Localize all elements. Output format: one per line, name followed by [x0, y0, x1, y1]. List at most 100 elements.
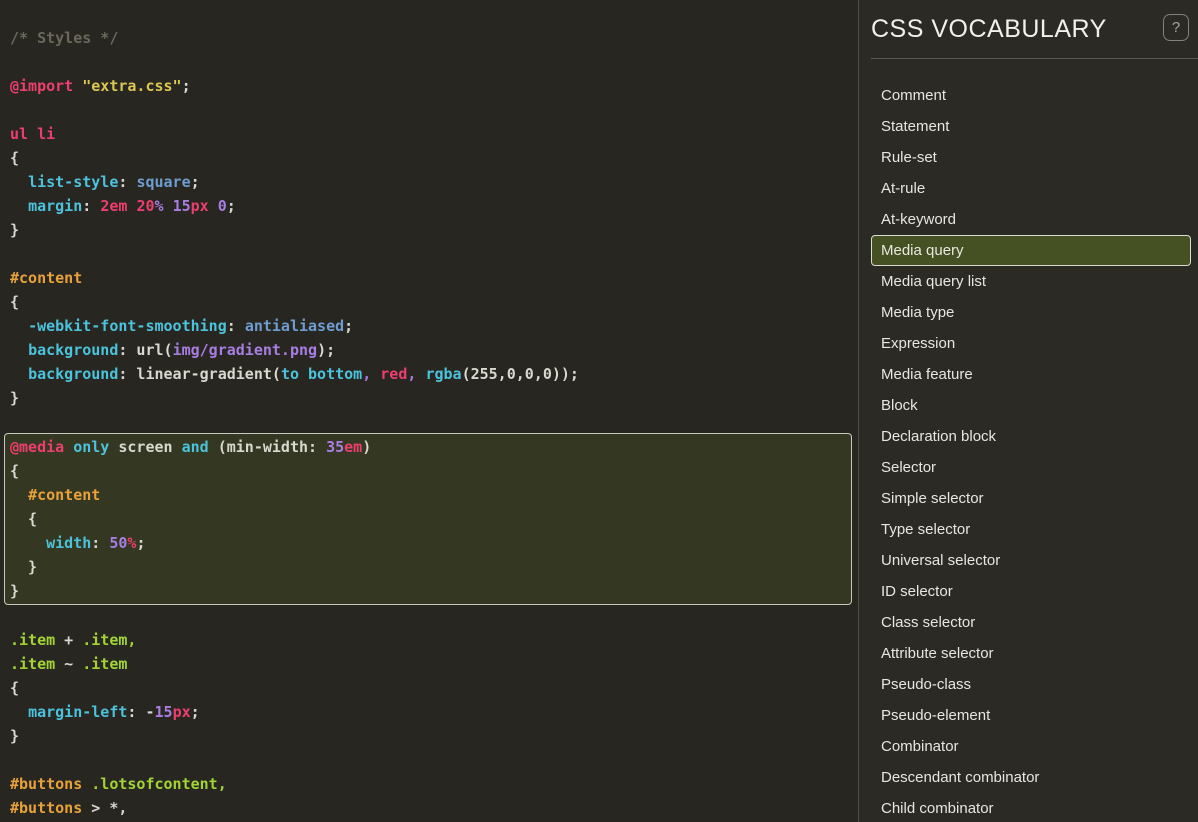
code-token-orange[interactable]: #content	[28, 486, 100, 504]
code-token-plain[interactable]: > *,	[82, 799, 127, 817]
code-token-green[interactable]: .item	[82, 631, 127, 649]
code-token-pink[interactable]: px	[191, 197, 209, 215]
code-token-plain[interactable]	[10, 703, 28, 721]
code-token-purple[interactable]: img/gradient.png	[173, 341, 318, 359]
code-token-green[interactable]: .lotsofcontent	[91, 775, 217, 793]
code-token-purple[interactable]: 15	[155, 703, 173, 721]
code-token-purple[interactable]: 0	[218, 197, 227, 215]
vocab-item-simple-selector[interactable]: Simple selector	[871, 483, 1191, 514]
code-token-plain[interactable]	[10, 197, 28, 215]
vocab-item-type-selector[interactable]: Type selector	[871, 514, 1191, 545]
code-token-purple[interactable]: 35	[326, 438, 344, 456]
code-token-plain[interactable]: ~	[55, 655, 82, 673]
code-token-cyan[interactable]: and	[182, 438, 209, 456]
vocab-item-media-query[interactable]: Media query	[871, 235, 1191, 266]
code-token-purple[interactable]: 15	[173, 197, 191, 215]
vocab-item-at-rule[interactable]: At-rule	[871, 173, 1191, 204]
code-token-plain[interactable]	[10, 317, 28, 335]
code-token-pink[interactable]: 2em	[100, 197, 127, 215]
code-token-comment[interactable]: /* Styles */	[10, 29, 118, 47]
code-token-plain[interactable]: : -	[127, 703, 154, 721]
code-token-plain[interactable]: {	[10, 510, 37, 528]
code-token-plain[interactable]: ;	[344, 317, 353, 335]
code-token-plain[interactable]: ;	[191, 703, 200, 721]
code-token-plain[interactable]	[82, 775, 91, 793]
code-token-plain[interactable]: {	[10, 293, 19, 311]
code-token-cyan[interactable]: list-style	[28, 173, 118, 191]
code-token-pink[interactable]: 20	[136, 197, 154, 215]
code-token-plain[interactable]: :	[227, 317, 245, 335]
help-button[interactable]: ?	[1163, 14, 1189, 41]
code-token-cyan[interactable]: rgba	[425, 365, 461, 383]
code-token-purple[interactable]: %	[155, 197, 164, 215]
vocab-item-expression[interactable]: Expression	[871, 328, 1191, 359]
vocab-item-descendant-combinator[interactable]: Descendant combinator	[871, 762, 1191, 793]
code-token-pink[interactable]: em	[344, 438, 362, 456]
code-token-pink[interactable]: px	[173, 703, 191, 721]
code-token-plain[interactable]: {	[10, 679, 19, 697]
code-token-plain[interactable]	[371, 365, 380, 383]
vocab-item-pseudo-element[interactable]: Pseudo-element	[871, 700, 1191, 731]
code-token-cyan[interactable]: only	[73, 438, 109, 456]
vocab-item-id-selector[interactable]: ID selector	[871, 576, 1191, 607]
code-token-plain[interactable]: :	[118, 173, 136, 191]
code-token-plain[interactable]: }	[10, 558, 37, 576]
code-token-pink[interactable]: ul li	[10, 125, 55, 143]
code-token-plain[interactable]: screen	[109, 438, 181, 456]
code-token-plain[interactable]: ;	[136, 534, 145, 552]
code-token-plain[interactable]: }	[10, 389, 19, 407]
code-token-purple[interactable]: ,	[362, 365, 371, 383]
code-token-plain[interactable]: )	[362, 438, 371, 456]
code-token-green[interactable]: ,	[218, 775, 227, 793]
vocab-item-media-type[interactable]: Media type	[871, 297, 1191, 328]
code-token-plain[interactable]: ;	[182, 77, 191, 95]
code-token-plain[interactable]	[64, 438, 73, 456]
vocab-item-comment[interactable]: Comment	[871, 80, 1191, 111]
vocab-item-pseudo-class[interactable]: Pseudo-class	[871, 669, 1191, 700]
code-token-green[interactable]: .item	[10, 631, 55, 649]
code-token-plain[interactable]	[209, 197, 218, 215]
code-token-purple[interactable]: 50	[109, 534, 127, 552]
code-token-plain[interactable]	[10, 486, 28, 504]
code-token-plain[interactable]: (min-width:	[209, 438, 326, 456]
code-token-green[interactable]: ,	[127, 631, 136, 649]
code-token-plain[interactable]: );	[317, 341, 335, 359]
code-token-cyan[interactable]: width	[46, 534, 91, 552]
code-token-orange[interactable]: #content	[10, 269, 82, 287]
vocab-item-media-query-list[interactable]: Media query list	[871, 266, 1191, 297]
code-token-plain[interactable]: : linear-gradient(	[118, 365, 281, 383]
vocab-item-attribute-selector[interactable]: Attribute selector	[871, 638, 1191, 669]
code-token-cyan[interactable]: margin-left	[28, 703, 127, 721]
vocab-item-class-selector[interactable]: Class selector	[871, 607, 1191, 638]
code-token-plain[interactable]: +	[55, 631, 82, 649]
code-token-cyan[interactable]: margin	[28, 197, 82, 215]
media-query-highlight[interactable]: @media only screen and (min-width: 35em)…	[4, 433, 852, 605]
code-token-cyan[interactable]: background	[28, 341, 118, 359]
vocab-item-declaration-block[interactable]: Declaration block	[871, 421, 1191, 452]
code-token-orange[interactable]: #buttons	[10, 775, 82, 793]
code-token-plain[interactable]	[10, 173, 28, 191]
vocab-item-block[interactable]: Block	[871, 390, 1191, 421]
vocab-item-at-keyword[interactable]: At-keyword	[871, 204, 1191, 235]
code-token-plain[interactable]: ;	[191, 173, 200, 191]
code-token-plain[interactable]: :	[82, 197, 100, 215]
vocab-item-statement[interactable]: Statement	[871, 111, 1191, 142]
code-token-cyan[interactable]: -webkit-font-smoothing	[28, 317, 227, 335]
code-token-green[interactable]: .item	[82, 655, 127, 673]
code-token-plain[interactable]	[10, 341, 28, 359]
code-token-plain[interactable]: : url(	[118, 341, 172, 359]
vocab-item-child-combinator[interactable]: Child combinator	[871, 793, 1191, 822]
code-token-cyan[interactable]: background	[28, 365, 118, 383]
code-token-yellow[interactable]: "extra.css"	[82, 77, 181, 95]
code-token-plain[interactable]: :	[91, 534, 109, 552]
vocab-item-universal-selector[interactable]: Universal selector	[871, 545, 1191, 576]
code-token-cyan[interactable]: to bottom	[281, 365, 362, 383]
code-token-green[interactable]: .item	[10, 655, 55, 673]
code-token-plain[interactable]	[10, 365, 28, 383]
code-token-plain[interactable]: }	[10, 221, 19, 239]
code-token-pink[interactable]: red	[380, 365, 407, 383]
code-token-blue[interactable]: square	[136, 173, 190, 191]
code-token-plain[interactable]: (255,0,0,0));	[462, 365, 579, 383]
vocab-item-selector[interactable]: Selector	[871, 452, 1191, 483]
code-token-plain[interactable]: }	[10, 582, 19, 600]
